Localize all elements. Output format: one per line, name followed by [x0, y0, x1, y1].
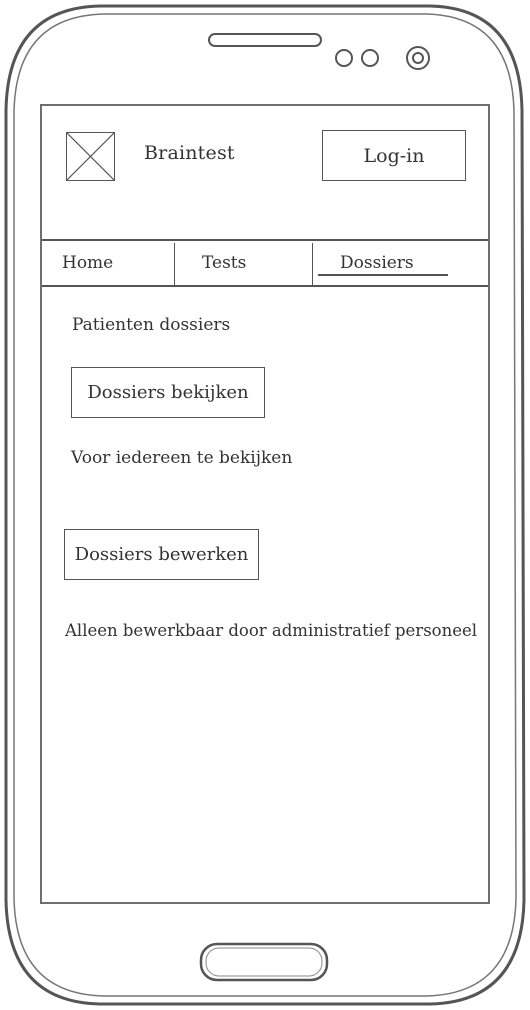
nav-divider	[174, 243, 175, 285]
active-tab-indicator	[318, 274, 448, 276]
view-dossiers-button[interactable]: Dossiers bekijken	[71, 367, 265, 418]
nav-bar: Home Tests Dossiers	[42, 239, 488, 287]
tab-tests[interactable]: Tests	[202, 241, 312, 285]
sensor-icon	[335, 49, 379, 67]
edit-dossiers-button[interactable]: Dossiers bewerken	[64, 529, 259, 580]
camera-icon	[406, 46, 430, 70]
image-placeholder-icon	[66, 132, 115, 181]
home-button-icon[interactable]	[199, 942, 329, 982]
section-title: Patienten dossiers	[72, 315, 231, 335]
nav-divider	[312, 243, 313, 285]
tab-dossiers[interactable]: Dossiers	[340, 241, 460, 285]
app-screen: Braintest Log-in Home Tests Dossiers Pat…	[40, 104, 490, 904]
tab-home[interactable]: Home	[62, 241, 172, 285]
edit-permission-note: Alleen bewerkbaar door administratief pe…	[65, 621, 478, 640]
speaker-icon	[208, 33, 322, 47]
login-button[interactable]: Log-in	[322, 130, 466, 181]
view-permission-note: Voor iedereen te bekijken	[71, 448, 293, 468]
app-title: Braintest	[144, 142, 235, 164]
